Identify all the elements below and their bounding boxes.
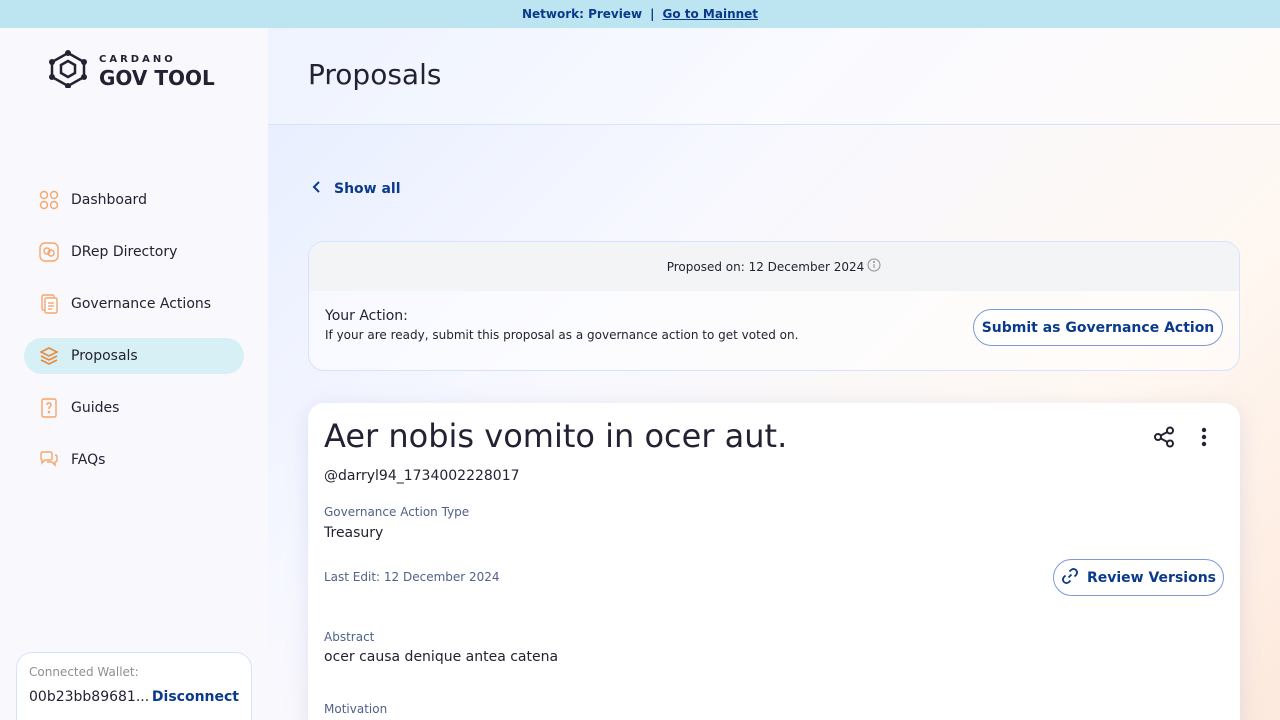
logo[interactable]: CARDANO GOV TOOL xyxy=(47,50,215,92)
abstract-value: ocer causa denique antea catena xyxy=(324,649,559,665)
sidebar-item-drep-directory[interactable]: DRep Directory xyxy=(24,234,244,270)
faqs-icon xyxy=(39,450,59,470)
proposed-on-bar: Proposed on: 12 December 2024 xyxy=(309,242,1239,291)
share-button[interactable] xyxy=(1150,425,1178,453)
show-all-button[interactable]: Show all xyxy=(312,180,401,198)
drep-directory-icon xyxy=(39,242,59,262)
logo-small-text: CARDANO xyxy=(99,53,176,65)
abstract-label: Abstract xyxy=(324,630,375,644)
disconnect-button[interactable]: Disconnect xyxy=(152,689,239,705)
review-versions-button[interactable]: Review Versions xyxy=(1053,559,1224,596)
submit-governance-action-button[interactable]: Submit as Governance Action xyxy=(973,309,1223,346)
sidebar-item-label: Guides xyxy=(71,400,120,416)
show-all-label: Show all xyxy=(334,181,401,197)
sidebar-item-label: Proposals xyxy=(71,348,138,364)
sidebar-item-label: FAQs xyxy=(71,452,106,468)
sidebar-item-label: DRep Directory xyxy=(71,244,178,260)
cardano-logo-icon xyxy=(47,50,89,92)
network-label: Network: Preview xyxy=(521,7,643,21)
go-to-mainnet-link[interactable]: Go to Mainnet xyxy=(662,7,758,21)
connected-wallet-panel: Connected Wallet: 00b23bb89681... Discon… xyxy=(16,652,252,720)
sidebar-item-proposals[interactable]: Proposals xyxy=(24,338,244,374)
proposal-detail-card: Aer nobis vomito in ocer aut. @darryl94_… xyxy=(308,403,1240,720)
chevron-left-icon xyxy=(312,180,322,198)
sidebar-item-label: Dashboard xyxy=(71,192,147,208)
dashboard-icon xyxy=(39,190,59,210)
network-banner: Network: Preview | Go to Mainnet xyxy=(0,0,1280,28)
proposals-icon xyxy=(39,346,59,366)
sidebar-nav: Dashboard DRep Directory Governance Acti… xyxy=(24,182,244,494)
governance-action-type-label: Governance Action Type xyxy=(324,505,470,519)
governance-actions-icon xyxy=(39,294,59,314)
logo-big-text: GOV TOOL xyxy=(99,65,215,90)
motivation-label: Motivation xyxy=(324,702,388,716)
governance-action-type-value: Treasury xyxy=(324,525,384,541)
proposal-title: Aer nobis vomito in ocer aut. xyxy=(324,417,788,455)
review-versions-label: Review Versions xyxy=(1086,569,1217,586)
link-icon xyxy=(1061,567,1079,589)
proposed-on-date: Proposed on: 12 December 2024 xyxy=(666,259,865,274)
your-action-card: Proposed on: 12 December 2024 Your Actio… xyxy=(308,241,1240,371)
sidebar-item-label: Governance Actions xyxy=(71,296,212,312)
sidebar-item-governance-actions[interactable]: Governance Actions xyxy=(24,286,244,322)
page-header: Proposals xyxy=(268,28,1280,125)
guides-icon xyxy=(39,398,59,418)
page-title: Proposals xyxy=(308,58,442,91)
sidebar-item-dashboard[interactable]: Dashboard xyxy=(24,182,244,218)
main-content: Proposals Show all Proposed on: 12 Decem… xyxy=(268,28,1280,720)
proposal-author: @darryl94_1734002228017 xyxy=(324,468,520,484)
banner-separator: | xyxy=(650,7,655,21)
sidebar: CARDANO GOV TOOL Dashboard DRep Director… xyxy=(0,28,268,720)
sidebar-item-faqs[interactable]: FAQs xyxy=(24,442,244,478)
wallet-address: 00b23bb89681... xyxy=(29,689,150,705)
more-vertical-icon xyxy=(1201,427,1207,451)
last-edit-label: Last Edit: 12 December 2024 xyxy=(324,570,500,584)
more-options-button[interactable] xyxy=(1190,425,1218,453)
wallet-label: Connected Wallet: xyxy=(29,665,139,679)
share-icon xyxy=(1153,426,1175,452)
sidebar-item-guides[interactable]: Guides xyxy=(24,390,244,426)
info-icon[interactable] xyxy=(867,258,881,275)
